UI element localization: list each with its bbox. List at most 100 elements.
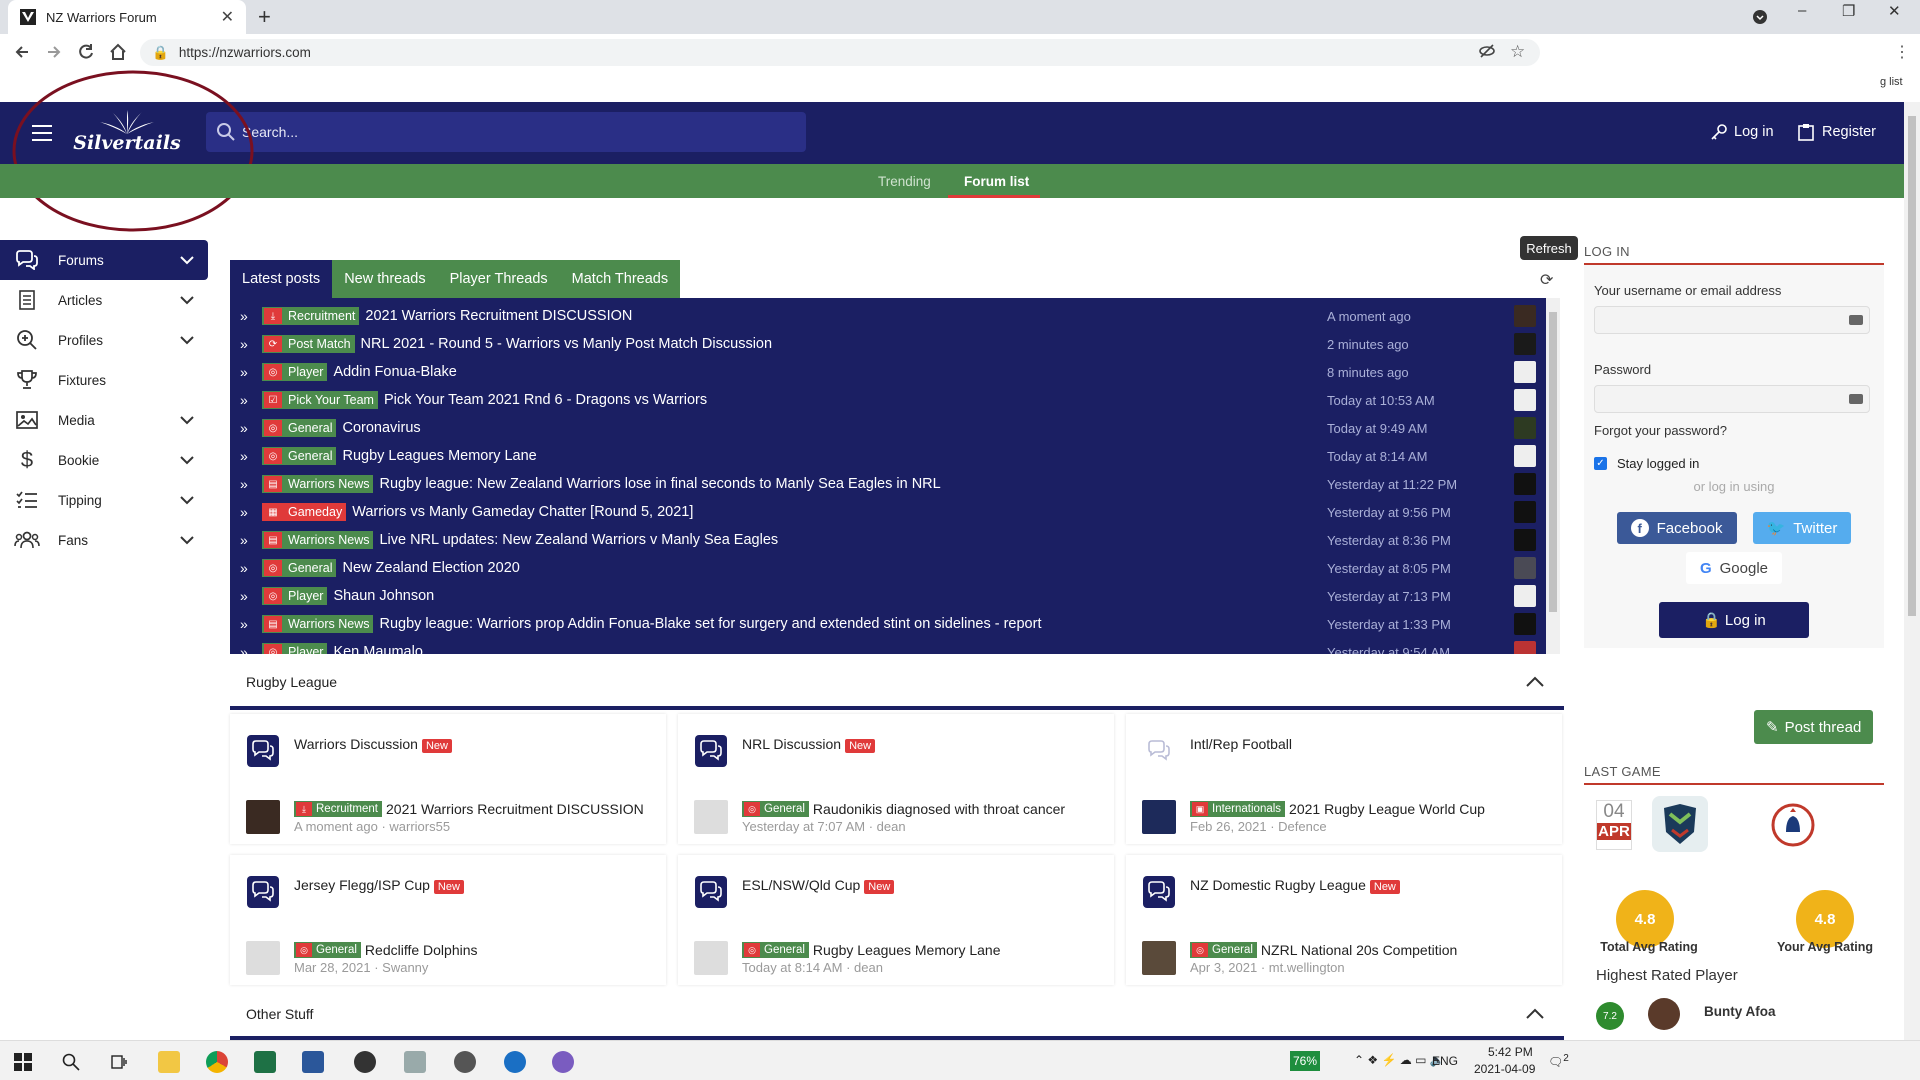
thread-prefix[interactable]: ◎ General	[294, 942, 361, 958]
thread-prefix[interactable]: ▦ Gameday	[262, 503, 347, 521]
post-title[interactable]: Shaun Johnson	[333, 588, 434, 604]
latest-thread-title[interactable]: 2021 Rugby League World Cup	[1289, 801, 1485, 817]
task-view-icon[interactable]	[110, 1053, 128, 1071]
post-row[interactable]: » ☑ Pick Your Team Pick Your Team 2021 Rnd …	[230, 386, 1560, 414]
notification-icon[interactable]: 🗨2	[1548, 1053, 1569, 1069]
minimize-icon[interactable]: –	[1798, 2, 1806, 19]
post-title[interactable]: 2021 Warriors Recruitment DISCUSSION	[365, 308, 632, 324]
forum-title[interactable]: NZ Domestic Rugby League	[1190, 877, 1366, 893]
tab-forum-list[interactable]: Forum list	[964, 174, 1029, 189]
avatar[interactable]	[246, 800, 280, 834]
forum-title[interactable]: NRL Discussion	[742, 736, 841, 752]
tab-new-threads[interactable]: New threads	[332, 260, 438, 298]
menu-dots-icon[interactable]: ⋮	[1894, 42, 1910, 62]
forum-card[interactable]: ESL/NSW/Qld Cup New ◎ General Rugby Leagues…	[678, 855, 1114, 985]
back-icon[interactable]	[12, 42, 32, 62]
tab-player-threads[interactable]: Player Threads	[437, 260, 560, 298]
chevron-down-icon[interactable]	[180, 293, 194, 307]
browser-tab[interactable]: NZ Warriors Forum ✕	[8, 0, 246, 34]
post-row[interactable]: » ▤ Warriors News Rugby league: Warriors pr…	[230, 610, 1560, 638]
stay-logged-checkbox[interactable]: ✓	[1594, 457, 1607, 470]
post-title[interactable]: Pick Your Team 2021 Rnd 6 - Dragons vs W…	[384, 392, 707, 408]
thread-prefix[interactable]: ◎ Player	[262, 587, 328, 605]
forum-title[interactable]: Warriors Discussion	[294, 736, 418, 752]
thread-prefix[interactable]: ▤ Warriors News	[262, 475, 374, 493]
chevron-down-icon[interactable]	[180, 253, 194, 267]
latest-thread-title[interactable]: Rugby Leagues Memory Lane	[813, 942, 1001, 958]
thread-prefix[interactable]: ◎ General	[262, 447, 337, 465]
forum-card[interactable]: Intl/Rep Football ▣ Internationals 2021 Ru…	[1126, 714, 1562, 844]
forum-title[interactable]: Jersey Flegg/ISP Cup	[294, 877, 430, 893]
sidebar-item-profiles[interactable]: Profiles	[0, 320, 208, 360]
sidebar-item-fans[interactable]: Fans	[0, 520, 208, 560]
bookmark-star-icon[interactable]: ☆	[1510, 42, 1525, 62]
chevron-up-icon[interactable]	[1526, 1008, 1544, 1020]
avatar[interactable]	[1142, 941, 1176, 975]
chevron-down-icon[interactable]	[180, 533, 194, 547]
sidebar-item-bookie[interactable]: $ Bookie	[0, 440, 208, 480]
avatar[interactable]	[1514, 473, 1536, 495]
avatar[interactable]	[1514, 501, 1536, 523]
thread-prefix[interactable]: ◎ General	[262, 559, 337, 577]
password-input[interactable]	[1594, 385, 1870, 413]
post-row[interactable]: » ◎ General Rugby Leagues Memory Lane Today …	[230, 442, 1560, 470]
close-tab-icon[interactable]: ✕	[221, 7, 234, 27]
forgot-password-link[interactable]: Forgot your password?	[1594, 423, 1874, 438]
post-thread-button[interactable]: ✎ Post thread	[1754, 710, 1874, 744]
forum-title[interactable]: ESL/NSW/Qld Cup	[742, 877, 860, 893]
thread-prefix[interactable]: ◎ General	[742, 801, 809, 817]
thread-prefix[interactable]: ⟳ Post Match	[262, 335, 355, 353]
forum-card[interactable]: NZ Domestic Rugby League New ◎ General NZRL…	[1126, 855, 1562, 985]
avatar[interactable]	[1514, 445, 1536, 467]
post-title[interactable]: Warriors vs Manly Gameday Chatter [Round…	[352, 504, 693, 520]
language-indicator[interactable]: ENG	[1432, 1054, 1458, 1068]
chevron-up-icon[interactable]	[1526, 676, 1544, 688]
sidebar-item-media[interactable]: Media	[0, 400, 208, 440]
forum-card[interactable]: Jersey Flegg/ISP Cup New ◎ General Redcliff…	[230, 855, 666, 985]
post-row[interactable]: » ◎ General New Zealand Election 2020 Yester…	[230, 554, 1560, 582]
post-title[interactable]: New Zealand Election 2020	[342, 560, 519, 576]
player-name[interactable]: Bunty Afoa	[1704, 1004, 1776, 1019]
latest-thread-title[interactable]: 2021 Warriors Recruitment DISCUSSION	[386, 801, 644, 817]
posts-scrollbar[interactable]	[1546, 298, 1560, 654]
forum-card[interactable]: Warriors Discussion New ⤓ Recruitment 2021 …	[230, 714, 666, 844]
thread-prefix[interactable]: ▣ Internationals	[1190, 801, 1286, 817]
sidebar-item-forums[interactable]: Forums	[0, 240, 208, 280]
post-row[interactable]: » ▤ Warriors News Live NRL updates: New Zea…	[230, 526, 1560, 554]
post-row[interactable]: » ⟳ Post Match NRL 2021 - Round 5 - Warrior…	[230, 330, 1560, 358]
sidebar-item-fixtures[interactable]: Fixtures	[0, 360, 208, 400]
thread-prefix[interactable]: ◎ Player	[262, 363, 328, 381]
sidebar-item-tipping[interactable]: Tipping	[0, 480, 208, 520]
refresh-icon[interactable]: ⟳	[1540, 270, 1553, 290]
latest-thread-title[interactable]: Raudonikis diagnosed with throat cancer	[813, 801, 1065, 817]
chevron-down-icon[interactable]	[180, 493, 194, 507]
search-bar[interactable]: Search...	[206, 112, 806, 152]
file-explorer-icon[interactable]	[158, 1051, 180, 1073]
post-title[interactable]: Coronavirus	[342, 420, 420, 436]
post-title[interactable]: Addin Fonua-Blake	[333, 364, 456, 380]
app-icon[interactable]	[354, 1051, 376, 1073]
chevron-down-icon[interactable]	[180, 333, 194, 347]
settings-icon[interactable]	[454, 1051, 476, 1073]
battery-meter[interactable]: 76%	[1290, 1051, 1320, 1071]
sidebar-item-articles[interactable]: Articles	[0, 280, 208, 320]
avatar[interactable]	[1514, 585, 1536, 607]
windows-start-icon[interactable]	[14, 1053, 32, 1071]
avatar[interactable]	[246, 941, 280, 975]
clock-time[interactable]: 5:42 PM	[1488, 1045, 1533, 1059]
section-header-rugby-league[interactable]: Rugby League	[230, 666, 1564, 698]
facebook-button[interactable]: f Facebook	[1616, 512, 1737, 544]
chevron-down-icon[interactable]	[180, 453, 194, 467]
thread-prefix[interactable]: ▤ Warriors News	[262, 615, 374, 633]
tab-trending[interactable]: Trending	[878, 174, 931, 189]
avatar[interactable]	[1514, 305, 1536, 327]
excel-icon[interactable]	[254, 1051, 276, 1073]
avatar[interactable]	[1142, 800, 1176, 834]
register-link[interactable]: Register	[1798, 123, 1876, 141]
roosters-logo[interactable]	[1768, 800, 1818, 850]
restore-icon[interactable]: ❐	[1842, 2, 1855, 20]
post-title[interactable]: NRL 2021 - Round 5 - Warriors vs Manly P…	[361, 336, 773, 352]
new-tab-icon[interactable]: +	[258, 4, 271, 30]
chrome-icon[interactable]	[206, 1051, 228, 1073]
profile-icon[interactable]	[1752, 9, 1768, 25]
